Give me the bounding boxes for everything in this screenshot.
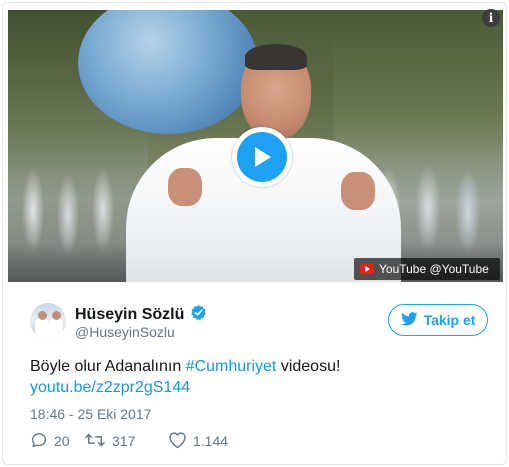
- youtube-icon: [360, 264, 374, 274]
- retweet-count: 317: [112, 433, 136, 449]
- tweet-card: YouTube @YouTube Hüseyin Sözlü @HuseyinS…: [2, 2, 507, 465]
- info-glyph: i: [488, 11, 494, 25]
- play-icon: [237, 132, 287, 182]
- tweet-text-start: Böyle olur Adanalının: [30, 358, 186, 375]
- hashtag-link[interactable]: #Cumhuriyet: [186, 358, 277, 375]
- video-source-badge[interactable]: YouTube @YouTube: [354, 258, 500, 280]
- avatar-head-left: [38, 311, 47, 320]
- follow-button-label: Takip et: [423, 312, 476, 328]
- info-icon[interactable]: i: [482, 9, 500, 27]
- author-name[interactable]: Hüseyin Sözlü: [75, 304, 207, 326]
- tweet-timestamp[interactable]: 18:46 - 25 Eki 2017: [30, 406, 151, 422]
- video-speaker-left-fist: [168, 168, 202, 206]
- twitter-bird-icon: [400, 311, 418, 329]
- author-handle[interactable]: @HuseyinSozlu: [75, 324, 175, 340]
- reply-count: 20: [54, 433, 70, 449]
- video-speaker-right-fist: [341, 172, 375, 210]
- play-button[interactable]: [232, 127, 292, 187]
- retweet-button[interactable]: 317: [84, 431, 168, 452]
- tweet-text-end: videosu!: [276, 358, 341, 375]
- reply-icon: [30, 431, 48, 452]
- verified-badge-icon: [190, 304, 207, 326]
- heart-icon: [168, 431, 187, 452]
- author-name-text: Hüseyin Sözlü: [75, 306, 185, 323]
- avatar[interactable]: [30, 303, 66, 339]
- avatar-head-right: [52, 311, 61, 320]
- retweet-icon: [84, 431, 106, 452]
- video-embed[interactable]: YouTube @YouTube: [8, 10, 503, 282]
- like-count: 1.144: [193, 433, 229, 449]
- video-speaker-hair: [245, 44, 307, 70]
- avatar-figure-left: [35, 317, 49, 339]
- like-button[interactable]: 1.144: [168, 431, 228, 452]
- avatar-figure-right: [49, 317, 63, 339]
- video-source-label: YouTube @YouTube: [379, 262, 489, 276]
- tweet-actions: 20 317 1.144: [30, 431, 228, 451]
- video-url-link[interactable]: youtu.be/z2zpr2gS144: [30, 379, 190, 397]
- follow-button[interactable]: Takip et: [388, 304, 488, 336]
- tweet-text: Böyle olur Adanalının #Cumhuriyet videos…: [30, 357, 340, 377]
- reply-button[interactable]: 20: [30, 431, 84, 452]
